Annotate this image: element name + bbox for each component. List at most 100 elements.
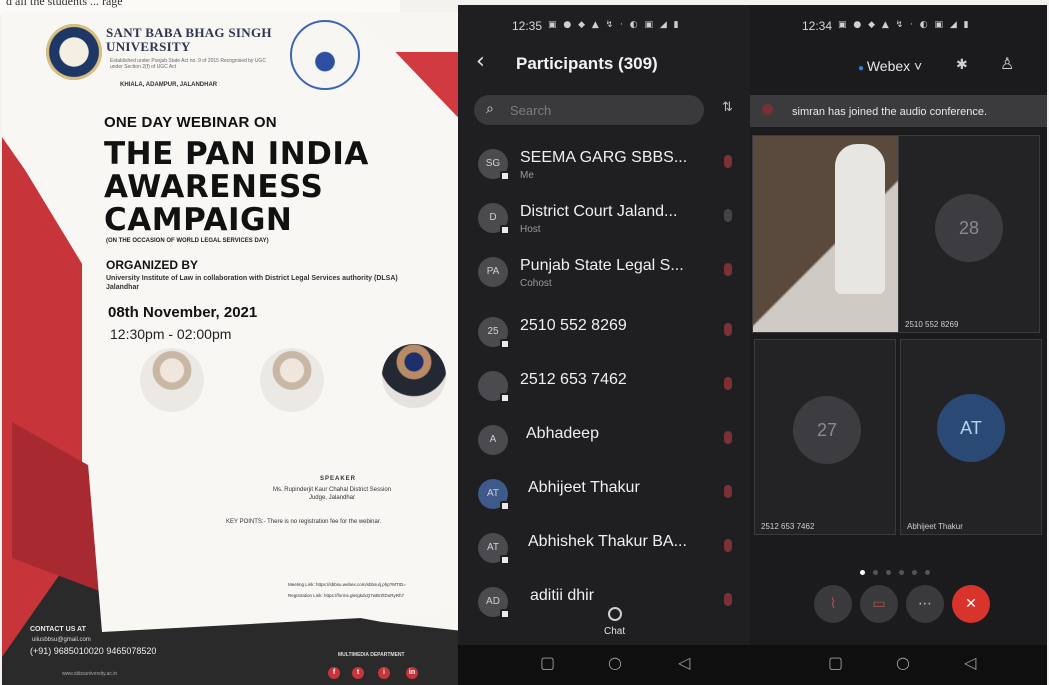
organized-by-heading: ORGANIZED BY	[106, 258, 199, 272]
join-notification: simran has joined the audio conference.	[750, 95, 1047, 127]
status-icons: ▣ ● ◆ ▲ ↯ · ◐ ▣ ◢ ▮	[838, 20, 971, 30]
guest-photo	[382, 344, 446, 408]
phone-icon	[500, 339, 510, 349]
home-icon[interactable]: ○	[896, 653, 910, 672]
search-icon: ⌕	[486, 101, 494, 117]
participant-row[interactable]: AT Abhishek Thakur BA...	[458, 523, 750, 577]
guest-photo	[140, 348, 204, 412]
avatar: SG	[478, 149, 510, 181]
phone-icon	[500, 501, 510, 511]
participants-title: Participants (309)	[516, 54, 658, 73]
avatar: AT	[937, 394, 1005, 462]
multimedia-credit: MULTIMEDIA DEPARTMENT	[338, 652, 405, 658]
participant-row[interactable]: A Abhadeep	[458, 415, 750, 469]
title-line: THE PAN INDIA	[104, 136, 369, 172]
notification-text: simran has joined the audio conference.	[792, 106, 988, 118]
participant-name: Abhijeet Thakur	[528, 479, 640, 496]
facebook-icon: f	[328, 667, 340, 679]
tile-label: Abhijeet Thakur	[907, 522, 963, 531]
sort-icon[interactable]: ⇅	[722, 100, 733, 115]
back-arrow-icon[interactable]: ‹	[476, 49, 485, 74]
page-dot[interactable]	[860, 570, 865, 575]
contact-heading: CONTACT US AT	[30, 626, 86, 633]
participant-role: Me	[520, 170, 534, 181]
participant-name: Abhadeep	[526, 425, 599, 442]
participants-screen: 12:35 ▣ ● ◆ ▲ ↯ · ◐ ▣ ◢ ▮ ‹ Participants…	[458, 5, 750, 685]
registration-link[interactable]: Registration Link: https://forms.gle/gkd…	[288, 590, 468, 601]
video-tile[interactable]: AT Abhijeet Thakur	[900, 339, 1042, 535]
participant-row[interactable]: SG SEEMA GARG SBBS... Me	[458, 139, 750, 193]
app-label: Webex	[866, 58, 911, 74]
key-points: KEY POINTS:- There is no registration fe…	[226, 519, 382, 525]
organizer-text: University Institute of Law in collabora…	[106, 275, 398, 291]
back-icon[interactable]: ◁	[678, 653, 690, 672]
chat-icon[interactable]	[608, 607, 622, 621]
search-input[interactable]: ⌕ Search	[474, 95, 704, 125]
university-address: KHIALA, ADAMPUR, JALANDHAR	[120, 82, 218, 88]
meeting-link[interactable]: Meeting Link: https://sbbsu.webex.com/sb…	[288, 579, 468, 590]
page-dot[interactable]	[899, 570, 904, 575]
video-tile[interactable]: 28 2510 552 8269	[898, 135, 1040, 333]
recents-icon[interactable]: ▢	[828, 653, 843, 672]
avatar	[478, 371, 510, 403]
participants-icon[interactable]: ♙	[1000, 54, 1014, 73]
participant-name: Punjab State Legal S...	[520, 257, 684, 274]
participant-video	[835, 144, 885, 294]
back-icon[interactable]: ◁	[964, 653, 976, 672]
more-button[interactable]: ⋯	[906, 585, 944, 623]
avatar: AT	[478, 479, 510, 511]
page-dot[interactable]	[912, 570, 917, 575]
muted-mic-icon[interactable]	[724, 155, 732, 168]
participant-row[interactable]: D District Court Jaland... Host	[458, 193, 750, 247]
title-line: AWARENESS	[104, 169, 324, 205]
phone-icon	[500, 609, 510, 619]
audio-dot-icon: ●	[858, 63, 867, 74]
avatar: A	[478, 425, 508, 455]
event-date: 08th November, 2021	[108, 304, 258, 321]
chat-label[interactable]: Chat	[604, 626, 625, 637]
video-tile[interactable]: Distric... (host)	[752, 135, 899, 333]
page-dot[interactable]	[873, 570, 878, 575]
video-button[interactable]: ▭	[860, 585, 898, 623]
participant-name: 2512 653 7462	[520, 371, 627, 388]
participant-name: District Court Jaland...	[520, 203, 678, 220]
avatar: AT	[478, 533, 510, 565]
home-icon[interactable]: ○	[608, 653, 622, 672]
muted-mic-icon[interactable]	[724, 323, 732, 336]
muted-mic-icon[interactable]	[724, 431, 732, 444]
participant-row[interactable]: AT Abhijeet Thakur	[458, 469, 750, 523]
bluetooth-icon[interactable]: ✱	[956, 57, 968, 73]
camera-feed	[753, 136, 899, 332]
presence-icon	[500, 171, 510, 181]
participant-row[interactable]: 2512 653 7462	[458, 361, 750, 415]
muted-mic-icon[interactable]	[724, 263, 732, 276]
muted-mic-icon[interactable]	[724, 485, 732, 498]
mic-icon[interactable]	[724, 209, 732, 222]
muted-mic-icon[interactable]	[724, 377, 732, 390]
muted-mic-icon[interactable]	[724, 593, 732, 606]
page-dot[interactable]	[925, 570, 930, 575]
university-name: SANT BABA BHAG SINGH UNIVERSITY	[106, 25, 272, 54]
audio-device-selector[interactable]: ● Webex ˅	[858, 58, 922, 74]
video-tile[interactable]: 27 2512 653 7462	[754, 339, 896, 535]
page-dot[interactable]	[886, 570, 891, 575]
contact-phone: (+91) 9685010020 9465078520	[30, 646, 157, 656]
mute-button[interactable]: ⌇	[814, 585, 852, 623]
avatar: 28	[935, 194, 1003, 262]
end-call-button[interactable]: ✕	[952, 585, 990, 623]
tile-label: Distric... (host)	[759, 320, 811, 329]
participant-row[interactable]: PA Punjab State Legal S... Cohost	[458, 247, 750, 301]
participant-row[interactable]: AD aditii dhir	[458, 577, 750, 631]
muted-mic-icon[interactable]	[724, 539, 732, 552]
page-indicator[interactable]	[860, 562, 938, 580]
webinar-title: THE PAN INDIA AWARENESS CAMPAIGN	[104, 138, 394, 237]
recents-icon[interactable]: ▢	[540, 653, 555, 672]
participant-name: Abhishek Thakur BA...	[528, 533, 687, 550]
participant-row[interactable]: 25 2510 552 8269	[458, 307, 750, 361]
contact-email: uiiusbbsu@gmail.com	[32, 637, 91, 643]
phone-icon	[500, 393, 510, 403]
status-icons: ▣ ● ◆ ▲ ↯ · ◐ ▣ ◢ ▮	[548, 20, 681, 30]
status-time: 12:34	[802, 19, 833, 33]
webinar-poster: SANT BABA BHAG SINGH UNIVERSITY Establis…	[2, 12, 472, 685]
status-time: 12:35	[512, 19, 543, 33]
